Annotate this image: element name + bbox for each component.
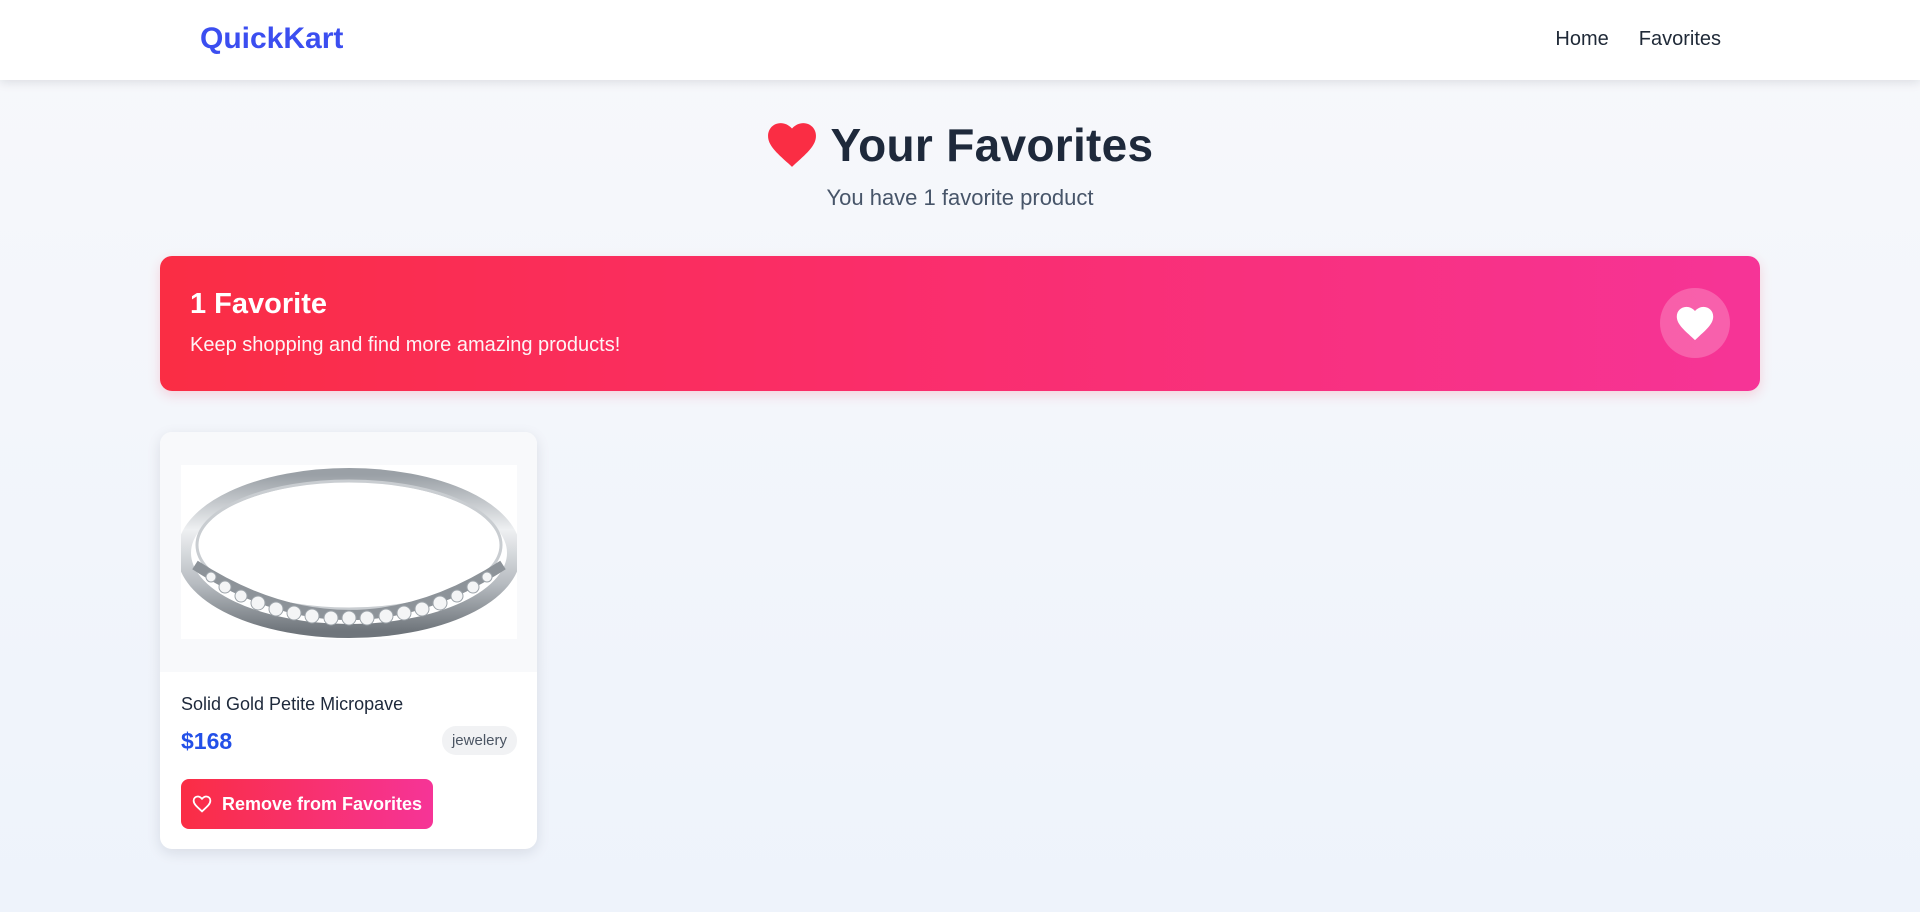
- page-subtitle: You have 1 favorite product: [826, 185, 1094, 210]
- heart-icon: [767, 123, 816, 167]
- nav-link-favorites[interactable]: Favorites: [1639, 28, 1721, 51]
- product-name[interactable]: Solid Gold Petite Micropave: [181, 694, 403, 715]
- navbar: QuickKart Home Favorites: [0, 0, 1920, 80]
- page-heading: Your Favorites: [0, 118, 1920, 172]
- brand-logo[interactable]: QuickKart: [200, 22, 343, 56]
- heart-icon: [1676, 306, 1714, 340]
- category-badge: jewelery: [441, 726, 517, 755]
- page-title: Your Favorites: [830, 119, 1154, 171]
- banner-title: 1 Favorite: [190, 288, 327, 320]
- product-card: Solid Gold Petite Micropave $168 jeweler…: [160, 432, 537, 849]
- product-image-container: [160, 432, 537, 672]
- heart-outline-icon: [192, 795, 212, 813]
- product-price: $168: [181, 728, 233, 754]
- favorites-summary-banner: 1 Favorite Keep shopping and find more a…: [160, 256, 1760, 391]
- banner-heart-badge: [1660, 288, 1730, 358]
- remove-from-favorites-button[interactable]: Remove from Favorites: [181, 779, 433, 829]
- banner-text: Keep shopping and find more amazing prod…: [190, 334, 621, 356]
- nav-link-home[interactable]: Home: [1555, 28, 1608, 51]
- ring-image[interactable]: [180, 465, 517, 639]
- remove-button-label: Remove from Favorites: [221, 793, 423, 814]
- nav-links: Home Favorites: [1555, 28, 1721, 51]
